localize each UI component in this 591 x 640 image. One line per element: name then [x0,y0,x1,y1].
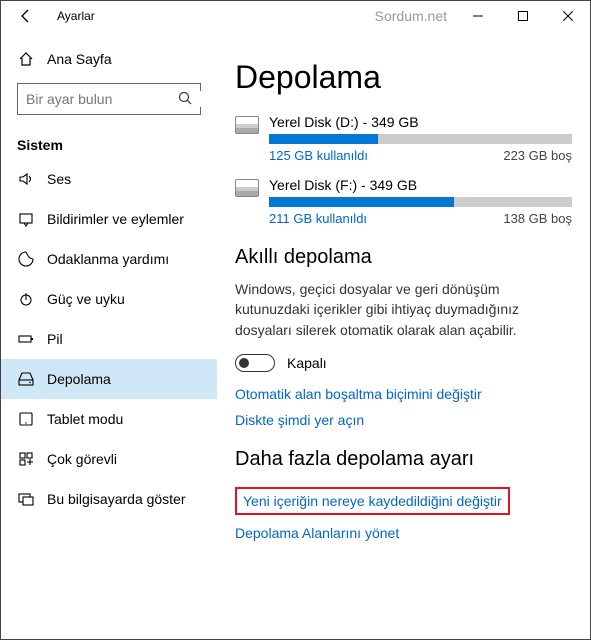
sidebar-item-notifications[interactable]: Bildirimler ve eylemler [1,199,217,239]
home-icon [17,51,35,67]
change-save-location-link[interactable]: Yeni içeriğin nereye kaydedildiğini deği… [243,493,502,509]
sidebar-item-power[interactable]: Güç ve uyku [1,279,217,319]
highlight-box: Yeni içeriğin nereye kaydedildiğini deği… [235,487,510,515]
page-title: Depolama [235,59,572,96]
more-storage-heading: Daha fazla depolama ayarı [235,448,572,471]
sidebar-item-label: Odaklanma yardımı [47,251,169,267]
main-content: Depolama Yerel Disk (D:) - 349 GB 125 GB… [217,31,590,639]
tablet-icon [17,411,35,427]
window-title: Ayarlar [57,9,95,23]
search-input[interactable] [17,83,201,115]
focus-icon [17,251,35,267]
sidebar-item-label: Bildirimler ve eylemler [47,211,184,227]
disk-f[interactable]: Yerel Disk (F:) - 349 GB 211 GB kullanıl… [235,177,572,226]
back-button[interactable] [1,1,51,31]
storage-sense-toggle[interactable] [235,354,275,372]
toggle-knob [239,358,249,368]
close-button[interactable] [545,1,590,31]
sidebar-item-project[interactable]: Bu bilgisayarda göster [1,479,217,519]
usage-bar [269,134,572,144]
usage-bar [269,197,572,207]
sidebar: Ana Sayfa Sistem Ses Bildirimler ve eyle… [1,31,217,639]
multitask-icon [17,451,35,467]
notifications-icon [17,211,35,227]
disk-name: Yerel Disk (D:) - 349 GB [269,114,572,130]
sidebar-item-label: Güç ve uyku [47,291,125,307]
project-icon [17,491,35,507]
free-space-now-link[interactable]: Diskte şimdi yer açın [235,412,572,428]
sidebar-item-label: Ses [47,171,71,187]
sidebar-item-multitask[interactable]: Çok görevli [1,439,217,479]
toggle-state-label: Kapalı [287,355,327,371]
search-icon [178,91,192,108]
drive-icon [235,116,259,134]
sidebar-item-label: Çok görevli [47,451,117,467]
sidebar-item-storage[interactable]: Depolama [1,359,217,399]
smart-storage-heading: Akıllı depolama [235,246,572,269]
minimize-button[interactable] [455,1,500,31]
disk-d[interactable]: Yerel Disk (D:) - 349 GB 125 GB kullanıl… [235,114,572,163]
watermark-text: Sordum.net [375,8,447,24]
sidebar-item-label: Depolama [47,371,111,387]
manage-storage-spaces-link[interactable]: Depolama Alanlarını yönet [235,525,572,541]
disk-used-link[interactable]: 211 GB kullanıldı [269,211,367,226]
drive-icon [235,179,259,197]
change-free-space-link[interactable]: Otomatik alan boşaltma biçimini değiştir [235,386,572,402]
sidebar-item-label: Pil [47,331,63,347]
sound-icon [17,171,35,187]
sidebar-item-battery[interactable]: Pil [1,319,217,359]
battery-icon [17,331,35,347]
smart-storage-description: Windows, geçici dosyalar ve geri dönüşüm… [235,279,565,340]
disk-name: Yerel Disk (F:) - 349 GB [269,177,572,193]
power-icon [17,291,35,307]
usage-fill [269,134,378,144]
sidebar-item-sound[interactable]: Ses [1,159,217,199]
disk-used-link[interactable]: 125 GB kullanıldı [269,148,368,163]
sidebar-item-focus[interactable]: Odaklanma yardımı [1,239,217,279]
storage-icon [17,371,35,387]
home-link[interactable]: Ana Sayfa [1,41,217,77]
home-label: Ana Sayfa [47,51,112,67]
usage-fill [269,197,454,207]
disk-free: 138 GB boş [503,211,572,226]
sidebar-item-label: Bu bilgisayarda göster [47,491,186,507]
maximize-button[interactable] [500,1,545,31]
disk-free: 223 GB boş [503,148,572,163]
section-label: Sistem [1,121,217,159]
sidebar-item-tablet[interactable]: Tablet modu [1,399,217,439]
sidebar-item-label: Tablet modu [47,411,123,427]
